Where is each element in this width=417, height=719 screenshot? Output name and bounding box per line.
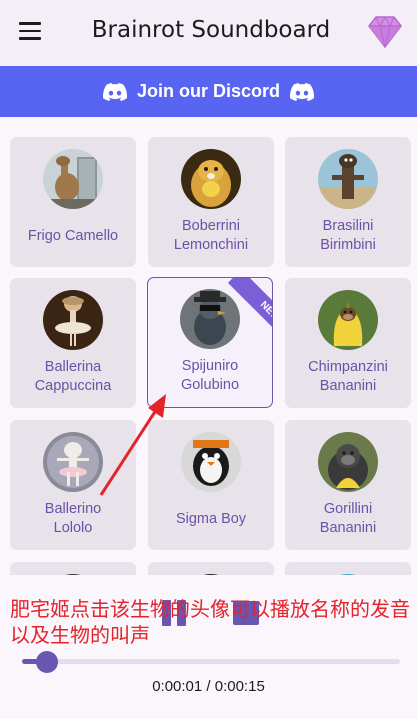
- sound-card-ballerina-cappuccina[interactable]: Ballerina Cappuccina: [10, 278, 136, 408]
- playback-time: 0:00:01 / 0:00:15: [152, 678, 265, 695]
- ballerina-cappuccina-avatar[interactable]: [43, 290, 103, 350]
- boberrini-lemonchini-avatar[interactable]: [181, 149, 241, 209]
- sound-card-sigma-boy[interactable]: Sigma Boy: [148, 420, 274, 550]
- discord-label: Join our Discord: [136, 81, 280, 101]
- sound-card-brasilini-birimbini[interactable]: Brasilini Birimbini: [285, 137, 411, 267]
- sound-grid: Frigo Camello Boberrini Lemonchini Brasil…: [0, 117, 417, 607]
- sound-card-spijuniro-golubino[interactable]: NEW Spijuniro Golubino: [147, 277, 273, 408]
- card-label: Frigo Camello: [27, 228, 119, 244]
- diamond-icon[interactable]: [366, 14, 404, 50]
- spijuniro-golubino-avatar[interactable]: [180, 289, 240, 349]
- sound-card-chimpanzini-bananini[interactable]: Chimpanzini Bananini: [285, 278, 411, 408]
- card-label: Ballerino Lololo: [44, 501, 102, 536]
- sigma-boy-avatar[interactable]: [181, 432, 241, 492]
- app-title: Brainrot Soundboard: [91, 17, 331, 43]
- chimpanzini-bananini-avatar[interactable]: [318, 290, 378, 350]
- frigo-camello-avatar[interactable]: [43, 149, 103, 209]
- card-label: Sigma Boy: [175, 511, 247, 527]
- discord-icon: [290, 82, 314, 101]
- ballerino-lololo-avatar[interactable]: [43, 432, 103, 492]
- gorillini-bananini-avatar[interactable]: [318, 432, 378, 492]
- discord-icon: [103, 82, 127, 101]
- sound-card-boberrini-lemonchini[interactable]: Boberrini Lemonchini: [148, 137, 274, 267]
- card-label: Gorillini Bananini: [319, 501, 377, 536]
- slider-track: [22, 659, 400, 664]
- sound-card-frigo-camello[interactable]: Frigo Camello: [10, 137, 136, 267]
- brasilini-birimbini-avatar[interactable]: [318, 149, 378, 209]
- discord-banner[interactable]: Join our Discord: [0, 66, 417, 117]
- playback-slider[interactable]: [22, 651, 400, 673]
- app-bar: Brainrot Soundboard: [0, 0, 417, 66]
- card-label: Spijuniro Golubino: [180, 358, 240, 393]
- card-label: Ballerina Cappuccina: [34, 359, 112, 394]
- slider-thumb[interactable]: [36, 651, 58, 673]
- card-label: Brasilini Birimbini: [320, 218, 376, 253]
- annotation-text: 肥宅姬点击该生物的头像可以播放名称的发音以及生物的叫声: [10, 597, 410, 647]
- card-label: Chimpanzini Bananini: [308, 359, 388, 394]
- card-label: Boberrini Lemonchini: [173, 218, 249, 253]
- sound-card-ballerino-lololo[interactable]: Ballerino Lololo: [10, 420, 136, 550]
- menu-icon[interactable]: [19, 22, 43, 42]
- sound-card-gorillini-bananini[interactable]: Gorillini Bananini: [285, 420, 411, 550]
